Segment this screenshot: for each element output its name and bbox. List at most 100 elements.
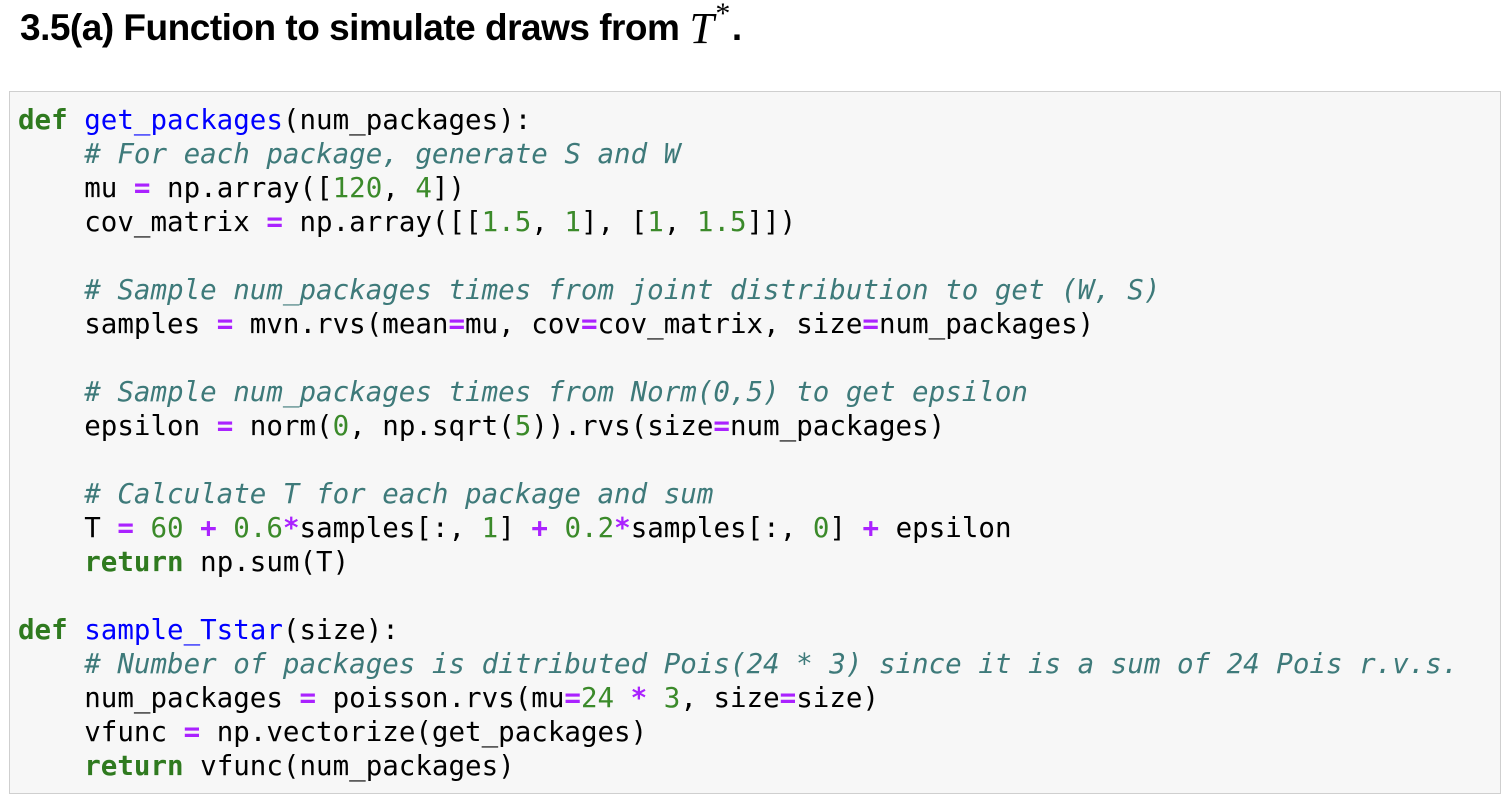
code-line: mu = np.array([120, 4]) [18, 171, 1458, 205]
heading-math-superscript: * [715, 0, 730, 30]
keyword-token: def [18, 104, 68, 136]
number-token: 5 [514, 410, 532, 442]
number-token: 1 [647, 206, 664, 238]
code-token: num_packages [18, 682, 300, 714]
code-token: size) [796, 682, 880, 714]
keyword-token: def [18, 614, 68, 646]
code-token: vfunc [18, 716, 184, 748]
code-token: ]]) [746, 206, 797, 238]
heading-math-symbol: T [689, 3, 714, 53]
operator-token: * [614, 512, 631, 544]
operator-token: = [183, 716, 201, 748]
code-token: samples [18, 308, 217, 340]
code-line: vfunc = np.vectorize(get_packages) [18, 715, 1458, 749]
operator-token: = [216, 308, 234, 340]
code-token: mu [18, 172, 134, 204]
code-token: np.array([[ [282, 206, 482, 238]
code-line: return np.sum(T) [18, 545, 1458, 579]
number-token: 1 [564, 206, 581, 238]
code-token: np.sum(T) [183, 546, 350, 578]
code-token: mvn.rvs(mean [233, 308, 449, 340]
code-line: epsilon = norm(0, np.sqrt(5)).rvs(size=n… [18, 409, 1458, 443]
heading-text: 3.5(a) Function to simulate draws from [20, 7, 680, 48]
operator-token: * [630, 682, 648, 714]
code-token: norm( [233, 410, 333, 442]
operator-token: = [564, 682, 581, 714]
code-line: # For each package, generate S and W [18, 137, 1458, 171]
code-token: T [18, 512, 118, 544]
code-line: return vfunc(num_packages) [18, 749, 1458, 783]
comment-token: # Calculate T for each package and sum [84, 478, 714, 510]
number-token: 0.6 [233, 512, 283, 544]
code-token: epsilon [18, 410, 217, 442]
operator-token: = [448, 308, 466, 340]
operator-token: = [216, 410, 234, 442]
operator-token: = [299, 682, 317, 714]
number-token: 120 [332, 172, 383, 204]
code-token: num_packages) [729, 410, 946, 442]
number-token: 4 [415, 172, 432, 204]
code-line: # Calculate T for each package and sum [18, 477, 1458, 511]
code-cell[interactable]: def get_packages(num_packages): # For ea… [9, 91, 1501, 794]
number-token: 1.5 [481, 206, 532, 238]
comment-token: # Sample num_packages times from Norm(0,… [84, 376, 1028, 408]
operator-token: * [282, 512, 300, 544]
code-token: ], [ [580, 206, 648, 238]
number-token: 1.5 [696, 206, 747, 238]
operator-token: = [779, 682, 797, 714]
comment-token: # For each package, generate S and W [84, 138, 681, 170]
comment-token: # Number of packages is ditributed Pois(… [84, 648, 1459, 680]
code-token: (size): [282, 614, 399, 646]
code-line: samples = mvn.rvs(mean=mu, cov=cov_matri… [18, 307, 1458, 341]
code-line: # Sample num_packages times from Norm(0,… [18, 375, 1458, 409]
code-line: T = 60 + 0.6*samples[:, 1] + 0.2*samples… [18, 511, 1458, 545]
code-line: # Number of packages is ditributed Pois(… [18, 647, 1458, 681]
code-token: (num_packages): [282, 104, 532, 136]
code-token: cov_matrix [18, 206, 267, 238]
code-token: ]) [431, 172, 466, 204]
code-token: np.vectorize(get_packages) [200, 716, 648, 748]
operator-token: = [862, 308, 879, 340]
code-token: , size [680, 682, 780, 714]
number-token: 1 [481, 512, 499, 544]
number-token: 60 [150, 512, 184, 544]
code-token: vfunc(num_packages) [183, 750, 515, 782]
code-line: def sample_Tstar(size): [18, 613, 1458, 647]
code-token: , [531, 206, 565, 238]
keyword-token: return [84, 546, 184, 578]
code-token: , np.sqrt( [349, 410, 515, 442]
heading-period: . [731, 7, 742, 48]
code-token: , [663, 206, 697, 238]
code-token: samples[:, [299, 512, 482, 544]
keyword-token: return [84, 750, 184, 782]
code-token: , [382, 172, 416, 204]
function-name-token: get_packages [84, 104, 283, 136]
code-token: ] [829, 512, 863, 544]
code-line: # Sample num_packages times from joint d… [18, 273, 1458, 307]
number-token: 0 [812, 512, 830, 544]
code-token: np.array([ [150, 172, 333, 204]
code-token: )).rvs(size [531, 410, 714, 442]
operator-token: = [713, 410, 730, 442]
code-token: epsilon [879, 512, 1012, 544]
number-token: 24 [580, 682, 615, 714]
code-token: num_packages) [878, 308, 1095, 340]
code-editor[interactable]: def get_packages(num_packages): # For ea… [18, 103, 1458, 783]
code-token: mu, cov [465, 308, 581, 340]
operator-token: + [200, 512, 217, 544]
